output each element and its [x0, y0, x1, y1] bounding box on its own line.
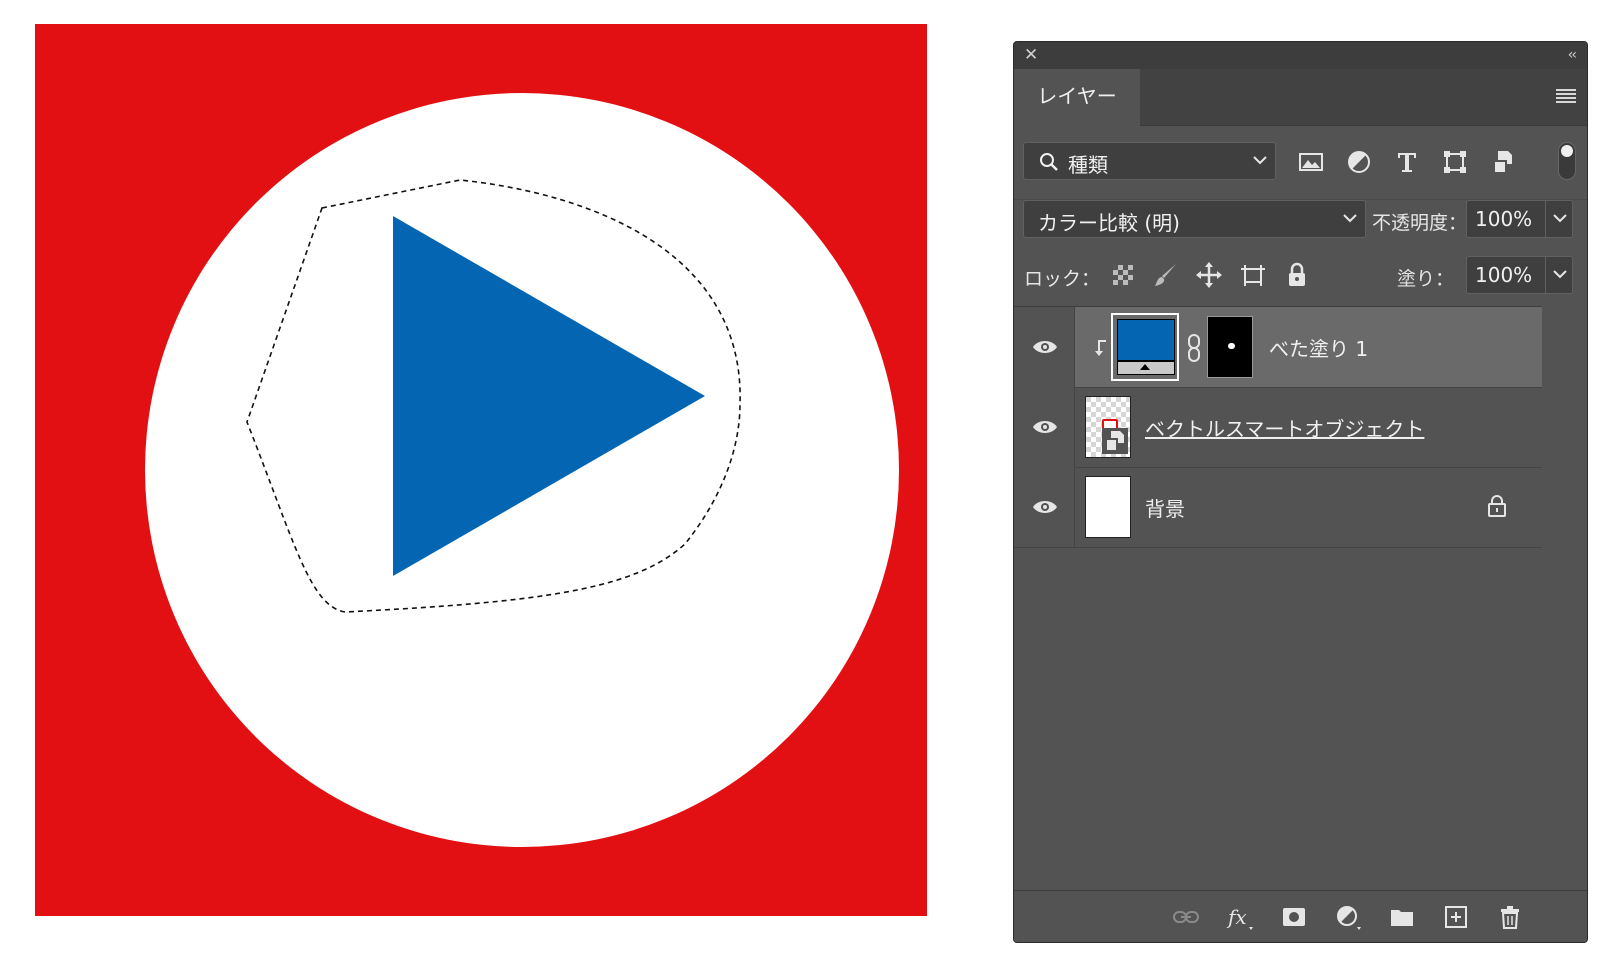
adjustment-filter-icon[interactable] [1345, 148, 1373, 176]
fill-label: 塗り： [1397, 268, 1455, 290]
smart-object-filter-icon[interactable] [1489, 148, 1517, 176]
layer-row-smart-object[interactable]: ベクトルスマートオブジェクト [1014, 387, 1542, 468]
layers-panel: ✕ ‹‹ レイヤー 種類 カラー比較 (明) 不透明度： 100% ロック： 塗… [1013, 41, 1588, 943]
lock-label: ロック： [1024, 268, 1101, 290]
divider [1545, 201, 1546, 237]
eye-icon[interactable] [1032, 337, 1058, 357]
eye-icon[interactable] [1032, 417, 1058, 437]
svg-text:fx: fx [1226, 905, 1247, 929]
lock-pixels-icon[interactable] [1152, 261, 1180, 289]
lock-position-icon[interactable] [1195, 261, 1223, 289]
eye-icon[interactable] [1032, 497, 1058, 517]
lock-all-icon[interactable] [1283, 261, 1311, 289]
fill-color-swatch [1117, 319, 1175, 361]
visibility-cell[interactable] [1014, 467, 1075, 547]
image-filter-icon[interactable] [1297, 148, 1325, 176]
link-layers-icon[interactable] [1172, 903, 1200, 931]
type-filter-icon[interactable] [1393, 148, 1421, 176]
opacity-value[interactable]: 100% [1475, 207, 1532, 231]
panel-tab-bar: レイヤー [1014, 69, 1587, 126]
adjustment-layer-icon[interactable] [1334, 903, 1362, 931]
new-layer-icon[interactable] [1442, 903, 1470, 931]
shape-filter-icon[interactable] [1441, 148, 1469, 176]
filter-kind-label: 種類 [1068, 153, 1108, 177]
visibility-cell[interactable] [1014, 387, 1075, 467]
panel-menu-icon[interactable] [1555, 87, 1577, 105]
layer-name[interactable]: ベクトルスマートオブジェクト [1145, 413, 1424, 442]
layer-row-fill[interactable]: べた塗り 1 [1014, 307, 1542, 388]
tab-layers[interactable]: レイヤー [1014, 69, 1140, 126]
smart-object-thumbnail[interactable] [1085, 396, 1131, 458]
filter-kind-select[interactable]: 種類 [1023, 142, 1276, 180]
filter-toggle-switch[interactable] [1558, 142, 1576, 180]
visibility-cell[interactable] [1014, 307, 1075, 387]
canvas-artwork [145, 93, 899, 847]
layer-name[interactable]: 背景 [1145, 493, 1185, 522]
lock-transparency-icon[interactable] [1109, 261, 1137, 289]
document-canvas[interactable] [35, 24, 927, 916]
fill-field[interactable]: 100% [1466, 256, 1573, 294]
chevron-down-icon [1253, 156, 1267, 165]
layers-scrollbar[interactable] [1542, 306, 1587, 890]
layer-mask-thumbnail[interactable] [1207, 316, 1253, 378]
chevron-down-icon[interactable] [1553, 213, 1567, 223]
blend-mode-select[interactable]: カラー比較 (明) [1023, 200, 1366, 238]
fx-icon[interactable]: fx [1226, 903, 1254, 931]
opacity-label: 不透明度： [1372, 212, 1468, 234]
layer-row-background[interactable]: 背景 [1014, 467, 1542, 548]
search-icon [1040, 153, 1058, 171]
blend-mode-label: カラー比較 (明) [1038, 211, 1180, 235]
lock-icon[interactable] [1486, 494, 1508, 518]
mask-shape [1228, 343, 1235, 349]
chain-link-icon[interactable] [1186, 333, 1202, 363]
fill-value[interactable]: 100% [1475, 263, 1532, 287]
close-icon[interactable]: ✕ [1024, 45, 1038, 65]
lock-artboard-icon[interactable] [1239, 261, 1267, 289]
divider [1545, 257, 1546, 293]
delete-icon[interactable] [1496, 903, 1524, 931]
background-thumbnail[interactable] [1085, 476, 1131, 538]
opacity-field[interactable]: 100% [1466, 200, 1573, 238]
new-group-icon[interactable] [1388, 903, 1416, 931]
smart-object-badge-icon [1102, 428, 1128, 454]
layers-list: べた塗り 1 ベクトルスマートオブジェクト 背景 [1014, 306, 1542, 867]
filter-row: 種類 [1014, 142, 1587, 182]
panel-bottom-toolbar: fx [1014, 890, 1587, 942]
blend-row: カラー比較 (明) 不透明度： 100% [1014, 199, 1587, 240]
chevron-down-icon [1343, 214, 1357, 223]
panel-title-bar: ✕ ‹‹ [1014, 42, 1587, 69]
collapse-icon[interactable]: ‹‹ [1568, 45, 1577, 65]
chevron-down-icon[interactable] [1553, 269, 1567, 279]
triangle-up-icon [1140, 364, 1150, 370]
layer-name[interactable]: べた塗り 1 [1269, 333, 1368, 362]
add-mask-icon[interactable] [1280, 903, 1308, 931]
lock-row: ロック： 塗り： 100% [1014, 256, 1587, 296]
clipping-arrow-icon [1095, 340, 1106, 356]
fill-thumbnail[interactable] [1111, 313, 1179, 381]
